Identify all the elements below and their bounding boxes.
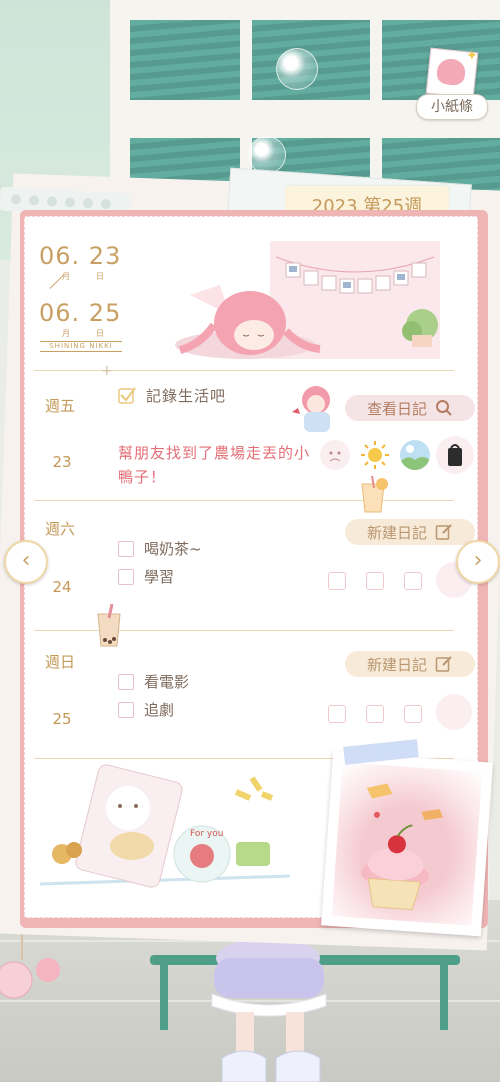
new-diary-label: 新建日記 xyxy=(366,523,427,542)
view-diary-label: 查看日記 xyxy=(366,399,427,418)
todo-item[interactable]: 追劇 xyxy=(118,699,174,720)
todo-label: 學習 xyxy=(144,568,175,586)
checked-checkbox-icon[interactable] xyxy=(118,386,136,404)
mood-slot[interactable] xyxy=(328,705,346,723)
cupcake-note-card xyxy=(321,751,493,937)
snack-sticker: For you xyxy=(40,764,291,888)
weekday-label: 週六 xyxy=(44,520,75,538)
divider xyxy=(34,500,454,501)
diary-entry-text[interactable]: 幫朋友找到了農場走丟的小鴨子！ xyxy=(118,441,318,489)
divider xyxy=(34,370,454,371)
end-date-month-label: 月 xyxy=(62,329,70,338)
checkbox[interactable] xyxy=(118,701,134,718)
mood-slot[interactable] xyxy=(366,705,384,723)
day-number: 23 xyxy=(52,453,72,471)
checkbox[interactable] xyxy=(118,673,134,690)
chevron-right-icon: › xyxy=(473,548,483,573)
todo-label: 喝奶茶~ xyxy=(144,540,202,558)
new-diary-button[interactable]: 新建日記 xyxy=(345,651,475,677)
edit-icon xyxy=(435,524,452,540)
edit-icon xyxy=(435,656,452,672)
brand-label: SHINING NIKKI xyxy=(40,341,122,352)
day-number: 24 xyxy=(52,578,72,596)
boba-tea-sticker xyxy=(97,604,121,647)
view-diary-button[interactable]: 查看日記 xyxy=(345,395,475,421)
new-diary-label: 新建日記 xyxy=(366,655,427,674)
juice-sticker xyxy=(361,475,388,513)
previous-week-button[interactable]: ‹ xyxy=(4,540,48,584)
note-button-label: 小紙條 xyxy=(416,94,488,120)
todo-item[interactable]: 看電影 xyxy=(118,671,189,692)
checkbox[interactable] xyxy=(118,568,134,585)
diary-prompt: 記錄生活吧 xyxy=(146,387,227,405)
end-date-day-label: 日 xyxy=(96,329,104,338)
bag-icon[interactable] xyxy=(436,436,474,474)
weekday-label: 週日 xyxy=(44,653,75,671)
note-button[interactable]: ✦ 小紙條 xyxy=(414,47,488,122)
weekday-label: 週五 xyxy=(44,397,75,415)
star-icon: ✦ xyxy=(466,48,478,64)
start-date: 06. 23 xyxy=(39,242,122,270)
sticker-text: For you xyxy=(190,829,223,839)
character-sticker xyxy=(292,386,330,432)
sad-face-icon[interactable] xyxy=(320,440,350,470)
todo-item[interactable]: 喝奶茶~ xyxy=(118,538,202,559)
next-week-button[interactable]: › xyxy=(456,540,500,584)
checkbox[interactable] xyxy=(118,540,134,557)
start-date-day-label: 日 xyxy=(96,272,104,281)
mood-slot[interactable] xyxy=(366,572,384,590)
sun-icon[interactable] xyxy=(360,440,390,470)
day-number: 25 xyxy=(52,710,72,728)
header-illustration xyxy=(175,241,440,359)
bubble-decoration xyxy=(276,48,318,90)
chevron-left-icon: ‹ xyxy=(21,548,31,573)
mood-slot[interactable] xyxy=(404,572,422,590)
todo-label: 看電影 xyxy=(144,673,190,691)
plus-mark: + xyxy=(101,363,113,379)
new-diary-button[interactable]: 新建日記 xyxy=(345,519,475,545)
todo-item[interactable]: 學習 xyxy=(118,566,174,587)
mood-slot[interactable] xyxy=(436,694,472,730)
character-legs xyxy=(211,940,327,1082)
mood-slot[interactable] xyxy=(328,572,346,590)
todo-label: 追劇 xyxy=(144,701,175,719)
mood-slot[interactable] xyxy=(404,705,422,723)
search-icon xyxy=(436,400,452,416)
landscape-icon[interactable] xyxy=(400,440,430,470)
end-date: 06. 25 xyxy=(39,299,122,327)
